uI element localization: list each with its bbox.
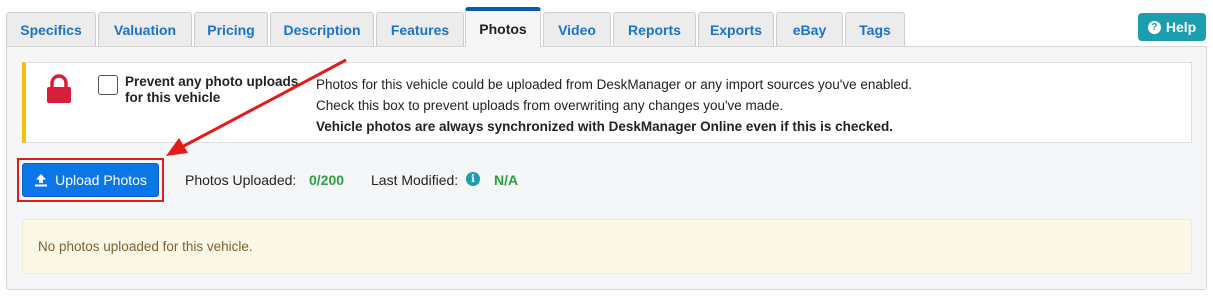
tab-exports[interactable]: Exports (698, 12, 774, 46)
tab-ebay[interactable]: eBay (776, 12, 843, 46)
help-label: Help (1165, 19, 1197, 35)
lock-icon (47, 74, 71, 103)
upload-photos-label: Upload Photos (55, 172, 147, 188)
notice-line-2: Check this box to prevent uploads from o… (316, 98, 784, 113)
photos-uploaded-label: Photos Uploaded: (185, 172, 297, 188)
help-button[interactable]: ? Help (1138, 13, 1206, 41)
tab-description[interactable]: Description (270, 12, 374, 46)
upload-photos-button[interactable]: Upload Photos (22, 163, 159, 197)
tab-reports[interactable]: Reports (613, 12, 696, 46)
tab-pricing[interactable]: Pricing (194, 12, 268, 46)
tab-valuation[interactable]: Valuation (98, 12, 192, 46)
info-icon[interactable]: i (466, 172, 480, 186)
last-modified-value: N/A (494, 172, 519, 188)
notice-line-1: Photos for this vehicle could be uploade… (316, 77, 913, 92)
notice-text: Photos for this vehicle could be uploade… (316, 74, 912, 137)
upload-icon (35, 174, 48, 187)
upload-lock-notice: Prevent any photo uploads for this vehic… (22, 62, 1192, 143)
photos-panel: Prevent any photo uploads for this vehic… (6, 46, 1207, 290)
tab-tags[interactable]: Tags (845, 12, 905, 46)
photos-uploaded-value: 0/200 (309, 172, 345, 188)
tab-video[interactable]: Video (543, 12, 611, 46)
prevent-uploads-checkbox[interactable] (98, 75, 118, 95)
tab-features[interactable]: Features (376, 12, 464, 46)
question-circle-icon: ? (1147, 20, 1161, 34)
prevent-uploads-label[interactable]: Prevent any photo uploads for this vehic… (125, 74, 300, 106)
notice-line-3: Vehicle photos are always synchronized w… (316, 119, 893, 134)
no-photos-alert: No photos uploaded for this vehicle. (22, 219, 1192, 274)
tab-photos[interactable]: Photos (465, 7, 541, 47)
tab-specifics[interactable]: Specifics (6, 12, 96, 46)
last-modified-label: Last Modified: (371, 172, 459, 188)
